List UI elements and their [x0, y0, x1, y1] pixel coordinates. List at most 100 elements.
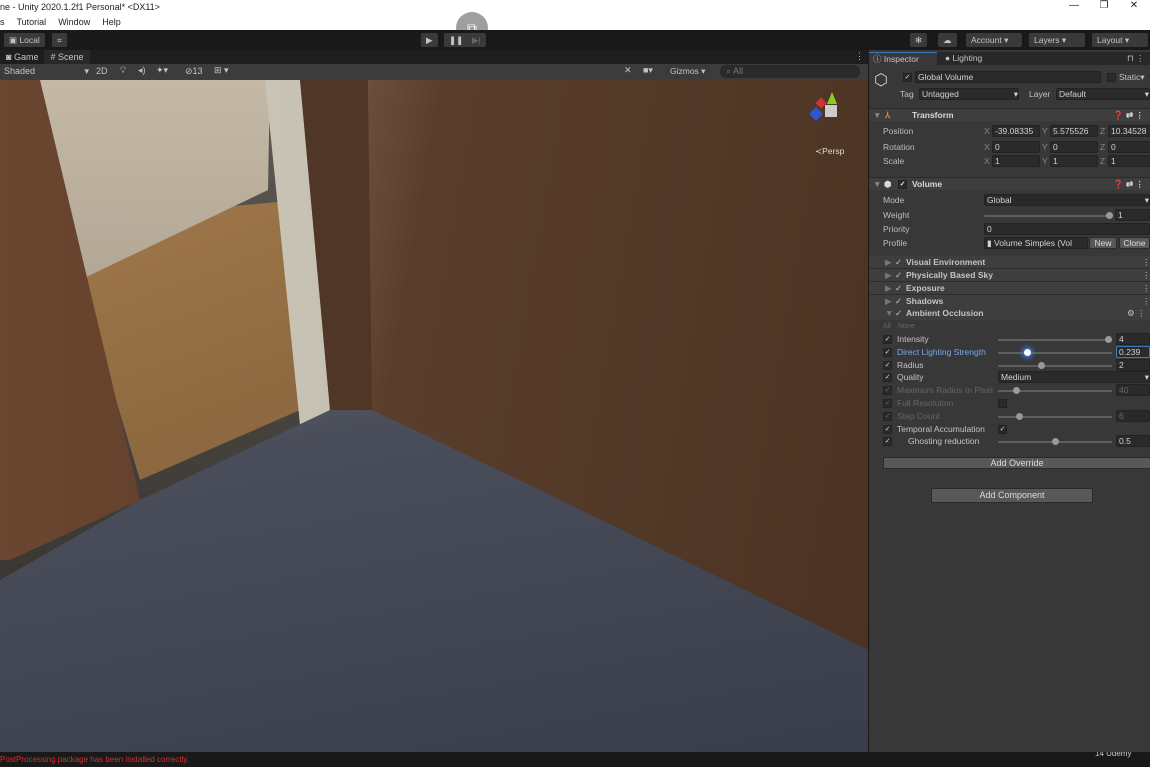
audio-toggle-icon[interactable]: ◂): [138, 65, 146, 76]
ao-dls-slider[interactable]: [998, 349, 1112, 356]
override-checkbox[interactable]: ✓: [883, 373, 892, 382]
scale-z-field[interactable]: 1: [1108, 155, 1150, 167]
position-y-field[interactable]: 5.575526: [1050, 125, 1098, 137]
2d-toggle[interactable]: 2D: [96, 66, 108, 76]
more-icon[interactable]: ⋮: [1142, 269, 1150, 282]
pivot-local-button[interactable]: ▣ Local: [4, 33, 45, 47]
foldout-arrow-icon[interactable]: ▼: [885, 307, 893, 320]
object-name-field[interactable]: Global Volume: [915, 71, 1101, 83]
volume-enabled-checkbox[interactable]: ✓: [898, 180, 907, 189]
persp-label[interactable]: ≺Persp: [815, 146, 844, 157]
foldout-arrow-icon[interactable]: ▶: [885, 269, 892, 282]
mode-dropdown[interactable]: Global ▾: [984, 194, 1150, 206]
collab-icon[interactable]: ✻: [910, 33, 928, 47]
override-checkbox[interactable]: ✓: [883, 348, 892, 357]
slider-knob[interactable]: [1038, 362, 1045, 369]
ao-step-field[interactable]: 6: [1116, 410, 1150, 422]
minimize-button[interactable]: —: [1060, 0, 1088, 11]
tag-dropdown[interactable]: Untagged ▾: [919, 88, 1019, 100]
effects-icon[interactable]: ✦▾: [156, 65, 168, 76]
new-profile-button[interactable]: New: [1089, 237, 1117, 249]
ao-ghost-field[interactable]: 0.5: [1116, 435, 1150, 447]
static-dropdown[interactable]: Static▾: [1119, 71, 1145, 84]
grid-icon[interactable]: ⊞ ▾: [214, 65, 229, 76]
menu-item-tools[interactable]: s: [0, 15, 5, 27]
override-1[interactable]: ▶ ✓ Physically Based Sky ⋮: [869, 269, 1150, 282]
none-button[interactable]: None: [898, 320, 915, 333]
menu-item-tutorial[interactable]: Tutorial: [17, 15, 47, 27]
active-checkbox[interactable]: ✓: [903, 73, 912, 82]
override-enabled-check[interactable]: ✓: [895, 269, 902, 282]
orientation-gizmo[interactable]: [805, 85, 855, 135]
override-enabled-check[interactable]: ✓: [895, 307, 902, 320]
ao-intensity-slider[interactable]: [998, 336, 1112, 343]
weight-field[interactable]: 1: [1115, 209, 1150, 221]
override-checkbox[interactable]: ✓: [883, 386, 892, 395]
foldout-arrow-icon[interactable]: ▼: [873, 109, 881, 122]
ao-temporal-checkbox[interactable]: ✓: [998, 425, 1007, 434]
gizmos-dropdown[interactable]: Gizmos ▾: [665, 65, 711, 78]
ao-dls-field[interactable]: 0.239: [1116, 346, 1150, 358]
slider-knob[interactable]: [1105, 336, 1112, 343]
override-0[interactable]: ▶ ✓ Visual Environment ⋮: [869, 256, 1150, 269]
profile-field[interactable]: ▮ Volume Simples (Vol: [984, 237, 1088, 249]
component-menu-icons[interactable]: ❓ ⇄ ⋮: [1113, 109, 1144, 122]
account-dropdown[interactable]: Account ▾: [966, 33, 1022, 47]
layout-dropdown[interactable]: Layout ▾: [1092, 33, 1148, 47]
cloud-icon[interactable]: ☁: [938, 33, 957, 47]
slider-knob[interactable]: [1016, 413, 1023, 420]
override-2[interactable]: ▶ ✓ Exposure ⋮: [869, 282, 1150, 295]
lighting-toggle-icon[interactable]: 💡︎: [120, 65, 126, 76]
ao-fullres-checkbox[interactable]: [998, 399, 1007, 408]
add-component-button[interactable]: Add Component: [931, 488, 1093, 503]
ao-step-slider[interactable]: [998, 413, 1112, 420]
more-icon[interactable]: ⋮: [1142, 256, 1150, 269]
layers-dropdown[interactable]: Layers ▾: [1029, 33, 1085, 47]
close-button[interactable]: ✕: [1120, 0, 1148, 11]
clone-profile-button[interactable]: Clone: [1119, 237, 1150, 249]
foldout-arrow-icon[interactable]: ▶: [885, 282, 892, 295]
transform-header[interactable]: ▼ ⅄ Transform ❓ ⇄ ⋮: [869, 108, 1150, 121]
more-icon[interactable]: ⋮: [855, 51, 864, 62]
ao-ghost-slider[interactable]: [998, 438, 1112, 445]
step-button[interactable]: ▶|: [467, 33, 486, 47]
camera-icon[interactable]: ■▾: [643, 65, 653, 76]
position-z-field[interactable]: 10.34528: [1108, 125, 1150, 137]
snap-icon[interactable]: ⌗: [52, 33, 67, 47]
override-checkbox[interactable]: ✓: [883, 425, 892, 434]
pause-button[interactable]: ❚❚: [444, 33, 469, 47]
weight-slider[interactable]: [984, 212, 1113, 219]
scene-view[interactable]: ≺Persp: [0, 80, 868, 752]
override-checkbox[interactable]: ✓: [883, 437, 892, 446]
ao-intensity-field[interactable]: 4: [1116, 333, 1150, 345]
slider-knob[interactable]: [1052, 438, 1059, 445]
static-checkbox[interactable]: [1107, 73, 1116, 82]
foldout-arrow-icon[interactable]: ▼: [873, 178, 881, 191]
override-checkbox[interactable]: ✓: [883, 399, 892, 408]
override-enabled-check[interactable]: ✓: [895, 256, 902, 269]
component-menu-icons[interactable]: ❓ ⇄ ⋮: [1113, 178, 1144, 191]
menu-item-window[interactable]: Window: [58, 15, 90, 27]
scale-x-field[interactable]: 1: [992, 155, 1040, 167]
menu-item-help[interactable]: Help: [102, 15, 121, 27]
ao-quality-dropdown[interactable]: Medium ▾: [998, 371, 1150, 383]
rotation-y-field[interactable]: 0: [1050, 141, 1098, 153]
add-override-button[interactable]: Add Override: [883, 457, 1150, 469]
maximize-button[interactable]: ❐: [1090, 0, 1118, 11]
slider-knob[interactable]: [1013, 387, 1020, 394]
ao-maxradius-slider[interactable]: [998, 387, 1112, 394]
ao-radius-slider[interactable]: [998, 362, 1112, 369]
override-checkbox[interactable]: ✓: [883, 335, 892, 344]
all-button[interactable]: All: [883, 320, 891, 333]
tools-icon[interactable]: ✕: [624, 65, 632, 76]
lock-icon[interactable]: ⊓ ⋮: [1127, 52, 1145, 65]
slider-knob[interactable]: [1106, 212, 1113, 219]
play-button[interactable]: ▶: [421, 33, 438, 47]
tab-lighting[interactable]: ● Lighting: [941, 52, 982, 65]
scale-y-field[interactable]: 1: [1050, 155, 1098, 167]
shading-dropdown[interactable]: Shaded ▾: [4, 66, 89, 77]
override-enabled-check[interactable]: ✓: [895, 282, 902, 295]
hidden-objects-toggle[interactable]: ⊘13: [185, 66, 203, 77]
foldout-arrow-icon[interactable]: ▶: [885, 256, 892, 269]
override-checkbox[interactable]: ✓: [883, 412, 892, 421]
